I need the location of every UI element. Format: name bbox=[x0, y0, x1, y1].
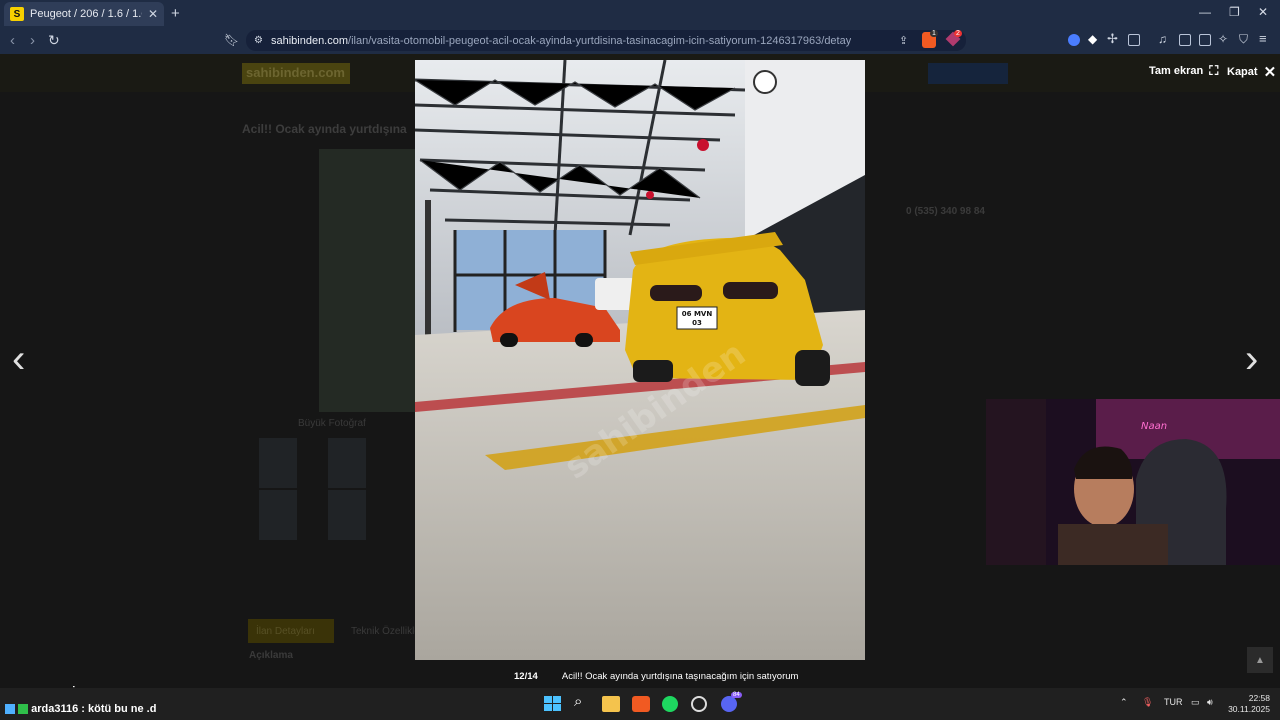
url-bar[interactable]: ⚙ sahibinden.com/ilan/vasita-otomobil-pe… bbox=[246, 30, 966, 51]
windows-taskbar: ⌕ 84 ⌃ 🎙︎ TUR ▭ 🔊︎ 22:58 30.11.2025 bbox=[0, 688, 1280, 720]
maximize-icon[interactable]: ❐ bbox=[1229, 5, 1240, 19]
extension-diamond-icon[interactable]: ◆ bbox=[1088, 32, 1097, 46]
url-path: /ilan/vasita-otomobil-peugeot-acil-ocak-… bbox=[348, 34, 852, 47]
main-photo[interactable] bbox=[319, 149, 419, 412]
sahibinden-favicon-icon: S bbox=[10, 7, 24, 21]
lightbox-photo[interactable]: 06 MVN 03 sahibinden bbox=[415, 60, 865, 660]
browser-tab-bar: S Peugeot / 206 / 1.6 / 1.6 CC / Ac ✕ + … bbox=[0, 0, 1280, 27]
start-windows-icon[interactable] bbox=[544, 696, 562, 712]
thumbnail[interactable] bbox=[328, 490, 366, 540]
lightbox-caption: 12/14 Acil!! Ocak ayında yurtdışına taşı… bbox=[514, 671, 798, 682]
shields-badge: 1 bbox=[930, 30, 938, 37]
svg-text:03: 03 bbox=[692, 319, 702, 327]
sidebar-icon[interactable] bbox=[1179, 34, 1191, 46]
leo-ai-icon[interactable]: ✧ bbox=[1218, 32, 1228, 46]
post-ad-button[interactable] bbox=[928, 63, 1008, 84]
search-icon[interactable]: ⌕ bbox=[574, 693, 592, 710]
close-label: Kapat bbox=[1227, 66, 1258, 78]
chat-username: arda3116 bbox=[31, 703, 79, 715]
share-icon[interactable]: ⇪ bbox=[899, 34, 908, 47]
language-indicator[interactable]: TUR bbox=[1164, 697, 1183, 707]
url-domain: sahibinden.com bbox=[270, 34, 349, 47]
file-explorer-icon[interactable] bbox=[602, 696, 620, 712]
browser-tab[interactable]: S Peugeot / 206 / 1.6 / 1.6 CC / Ac ✕ bbox=[4, 2, 164, 26]
wallet-icon[interactable] bbox=[1199, 34, 1211, 46]
menu-icon[interactable]: ≡ bbox=[1259, 31, 1267, 46]
chat-text: kötü bu ne .d bbox=[88, 703, 157, 715]
neon-sign: Naan bbox=[1141, 421, 1167, 432]
site-logo[interactable]: sahibinden.com bbox=[242, 63, 350, 84]
next-photo-arrow-icon[interactable]: › bbox=[1245, 337, 1258, 382]
enlarge-photo-link[interactable]: Büyük Fotoğraf bbox=[298, 418, 366, 429]
photo-counter: 12/14 bbox=[514, 671, 538, 682]
tab-title: Peugeot / 206 / 1.6 / 1.6 CC / Ac bbox=[30, 8, 142, 20]
minimize-icon[interactable]: — bbox=[1199, 5, 1211, 19]
svg-text:06 MVN: 06 MVN bbox=[682, 310, 713, 318]
chat-message: arda3116 : kötü bu ne .d bbox=[5, 703, 156, 715]
webcam-feed: Naan bbox=[986, 399, 1280, 565]
extension-screenshot-icon[interactable] bbox=[1128, 34, 1140, 46]
window-close-icon[interactable]: ✕ bbox=[1258, 5, 1268, 19]
webcam-overlay: Naan bbox=[986, 399, 1280, 565]
reload-icon[interactable]: ↻ bbox=[48, 32, 60, 49]
extension-vpn-icon[interactable] bbox=[1068, 34, 1080, 46]
bookmark-icon[interactable]: 🔖︎ bbox=[224, 33, 239, 47]
page-backdrop: sahibinden.com Acil!! Ocak ayında yurtdı… bbox=[0, 54, 1280, 688]
tray-overflow-icon[interactable]: ⌃ bbox=[1120, 697, 1128, 708]
fullscreen-label: Tam ekran bbox=[1149, 65, 1204, 77]
thumbnail[interactable] bbox=[328, 438, 366, 488]
showroom-photo: 06 MVN 03 sahibinden bbox=[415, 60, 865, 660]
chat-badge-icon bbox=[5, 704, 15, 715]
discord-badge: 84 bbox=[731, 692, 742, 698]
media-icon[interactable]: ♫ bbox=[1158, 32, 1167, 46]
vpn-shield-icon[interactable]: ⛉ bbox=[1239, 32, 1248, 47]
extensions-puzzle-icon[interactable]: ✢ bbox=[1107, 31, 1118, 47]
seller-phone[interactable]: 0 (535) 340 98 84 bbox=[906, 206, 985, 217]
tab-listing-details[interactable]: İlan Detayları bbox=[248, 619, 334, 643]
url-text: sahibinden.com/ilan/vasita-otomobil-peug… bbox=[271, 35, 851, 47]
close-icon: ✕ bbox=[1263, 64, 1277, 81]
volume-icon[interactable]: 🔊︎ bbox=[1207, 697, 1213, 708]
new-tab-icon[interactable]: + bbox=[171, 5, 180, 22]
spotify-icon[interactable] bbox=[662, 696, 678, 712]
site-info-icon[interactable]: ⚙ bbox=[254, 35, 263, 46]
taskbar-clock[interactable]: 22:58 30.11.2025 bbox=[1228, 693, 1270, 715]
microphone-icon[interactable]: 🎙︎ bbox=[1142, 697, 1153, 708]
fullscreen-icon: ⛶ bbox=[1209, 63, 1219, 78]
brave-browser-icon[interactable] bbox=[632, 696, 650, 712]
photo-caption: Acil!! Ocak ayında yurtdışına taşınacağı… bbox=[561, 671, 799, 682]
close-lightbox-button[interactable]: Kapat ✕ bbox=[1227, 63, 1276, 81]
chat-badge-icon bbox=[18, 704, 29, 715]
forward-icon[interactable]: › bbox=[30, 32, 35, 49]
fullscreen-button[interactable]: Tam ekran ⛶ bbox=[1149, 63, 1218, 79]
tab-technical-specs[interactable]: Teknik Özellikler bbox=[351, 626, 423, 637]
rewards-badge: 2 bbox=[954, 30, 962, 37]
previous-photo-arrow-icon[interactable]: ‹ bbox=[12, 337, 25, 382]
chatgpt-icon[interactable] bbox=[691, 696, 707, 712]
discord-icon[interactable] bbox=[721, 696, 737, 712]
browser-toolbar: ‹ › ↻ 🔖︎ ⚙ sahibinden.com/ilan/vasita-ot… bbox=[0, 27, 1280, 54]
clock-date: 30.11.2025 bbox=[1228, 704, 1270, 714]
back-icon[interactable]: ‹ bbox=[10, 32, 15, 49]
network-icon[interactable]: ▭ bbox=[1191, 697, 1200, 708]
description-heading: Açıklama bbox=[249, 650, 293, 661]
tab-close-icon[interactable]: ✕ bbox=[148, 7, 158, 21]
clock-time: 22:58 bbox=[1248, 693, 1270, 703]
listing-title: Acil!! Ocak ayında yurtdışına bbox=[242, 122, 407, 136]
scroll-top-button[interactable]: ▲ bbox=[1247, 647, 1273, 673]
thumbnail[interactable] bbox=[259, 490, 297, 540]
thumbnail[interactable] bbox=[259, 438, 297, 488]
